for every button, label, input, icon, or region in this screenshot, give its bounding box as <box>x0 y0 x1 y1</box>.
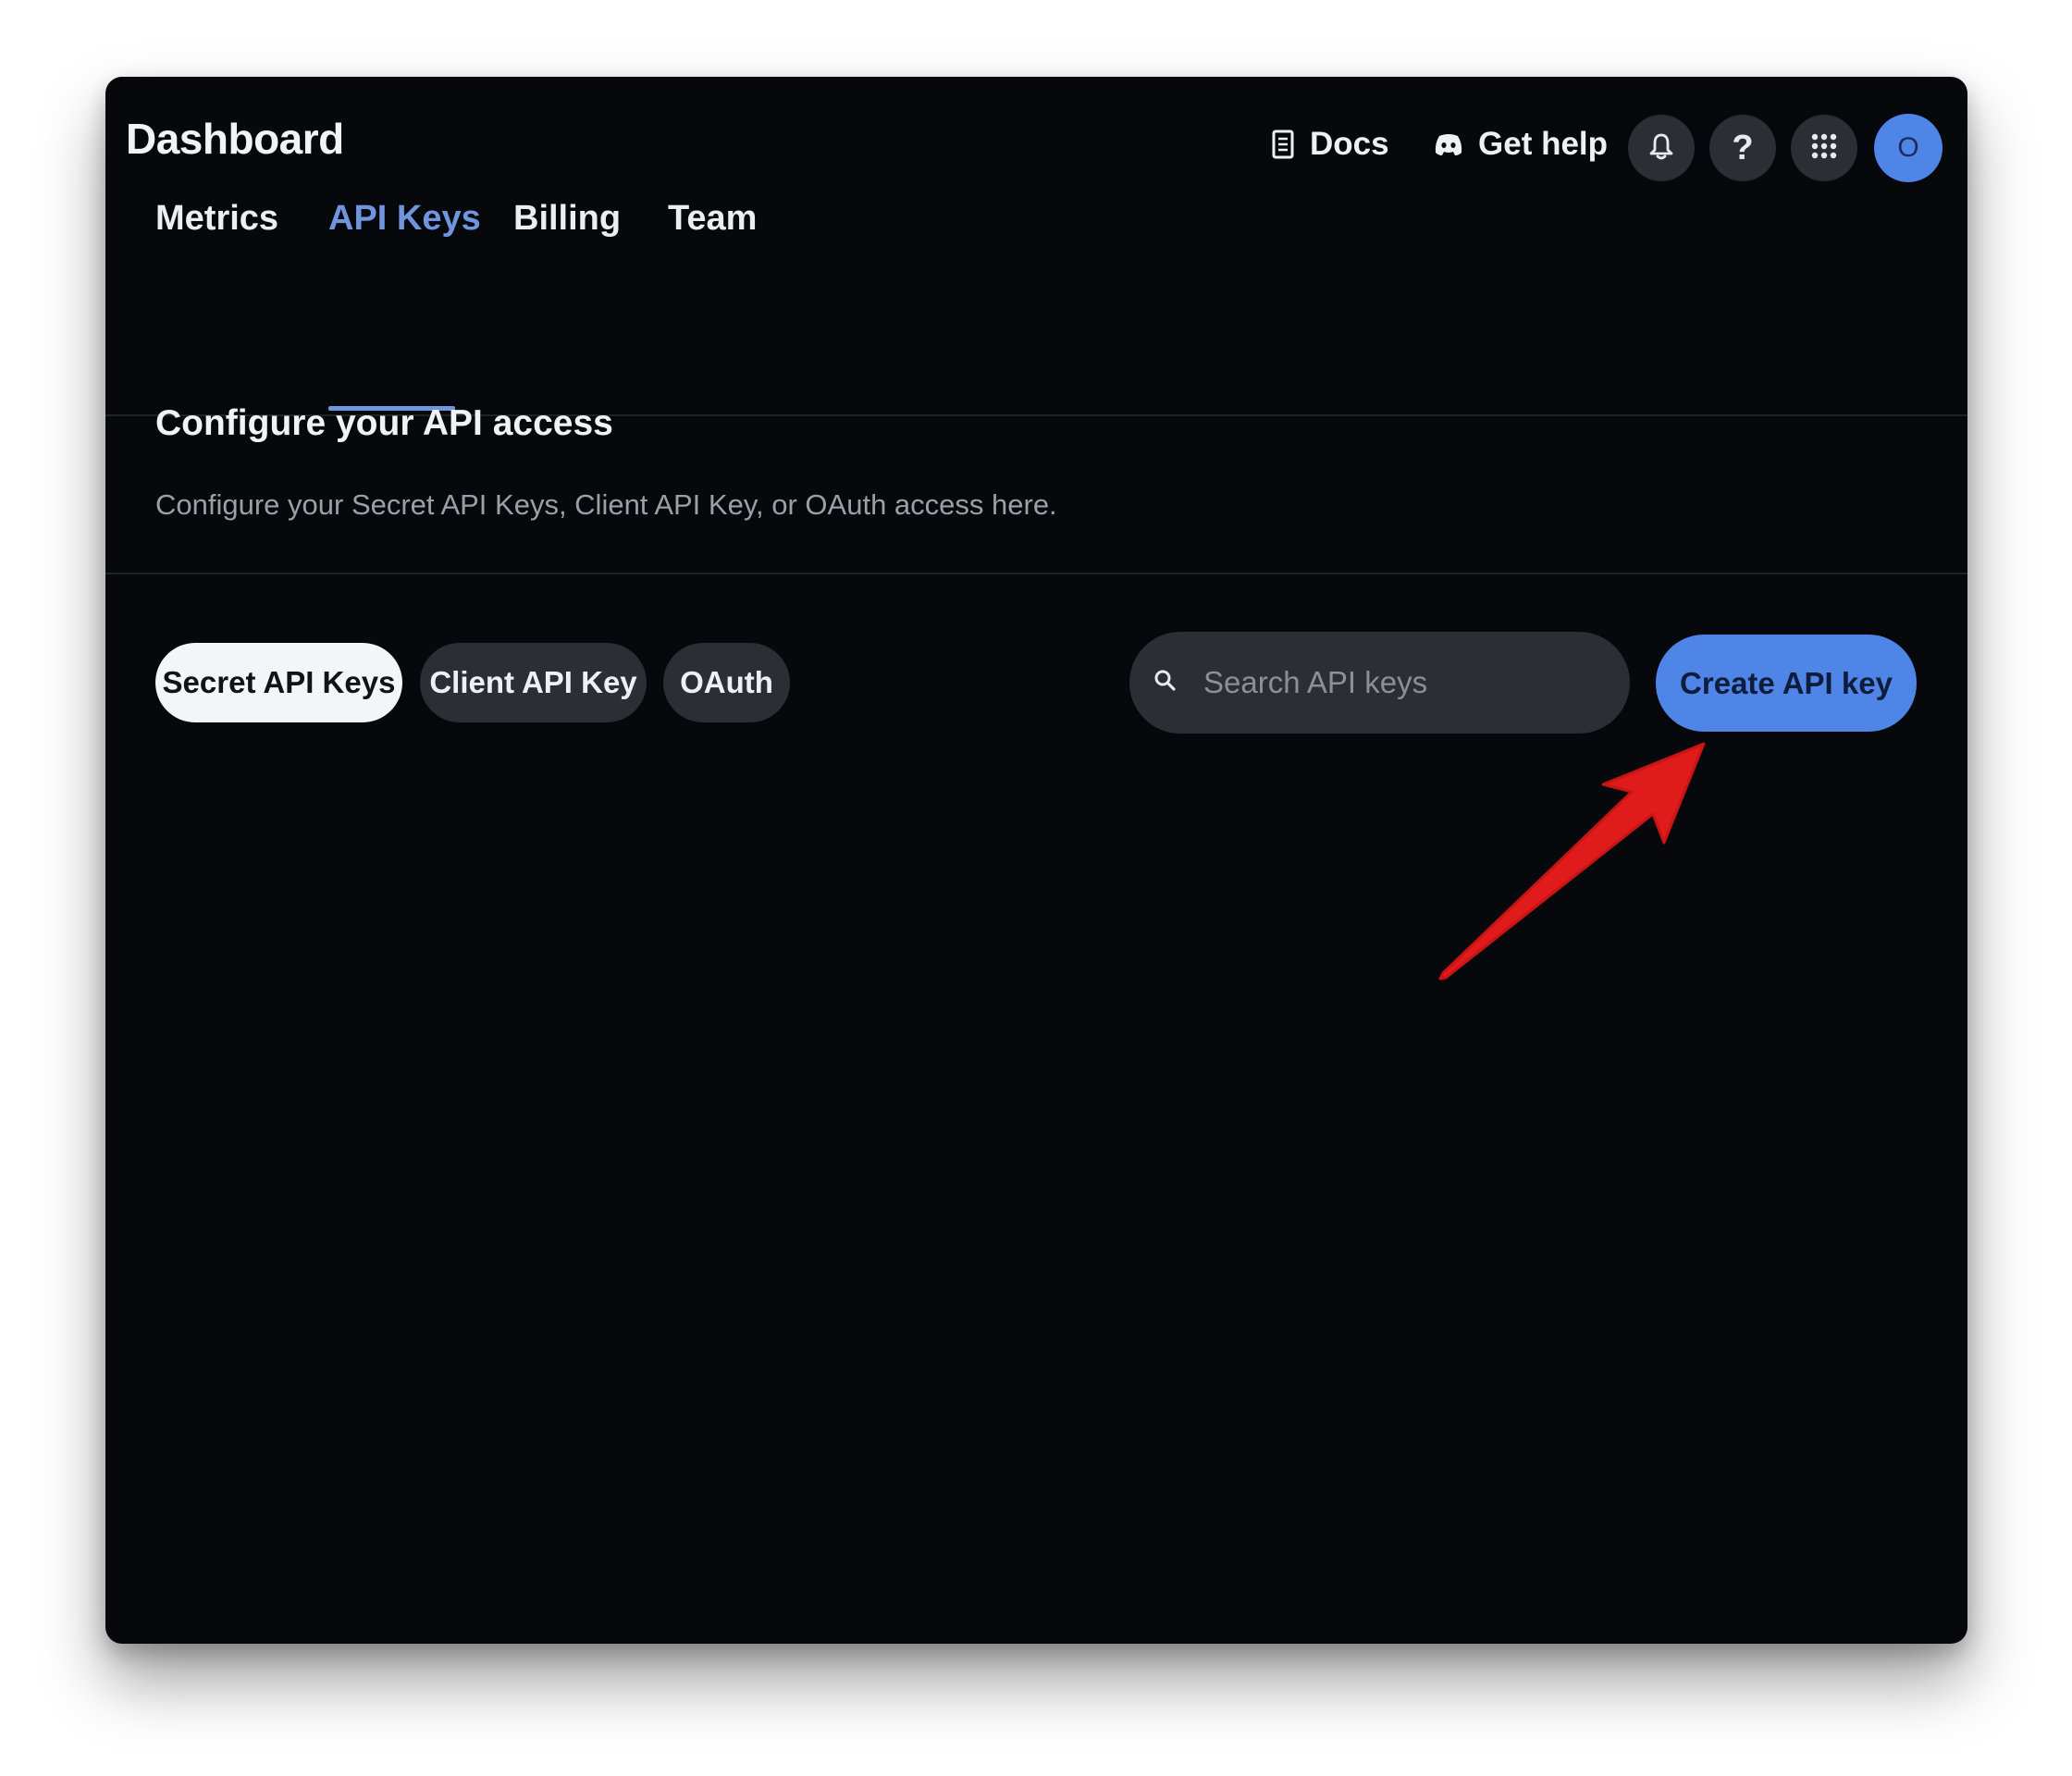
filter-secret-api-keys[interactable]: Secret API Keys <box>155 643 402 722</box>
tab-billing[interactable]: Billing <box>513 199 621 239</box>
tab-team[interactable]: Team <box>668 199 757 239</box>
create-api-key-button[interactable]: Create API key <box>1656 635 1917 732</box>
search-input[interactable] <box>1203 655 1630 710</box>
filter-oauth[interactable]: OAuth <box>663 643 790 722</box>
section-divider <box>105 573 1967 574</box>
grid-icon <box>1810 132 1838 165</box>
question-icon: ? <box>1732 128 1754 167</box>
bell-icon <box>1648 132 1674 165</box>
search-icon <box>1153 669 1178 697</box>
get-help-label: Get help <box>1478 126 1609 162</box>
apps-menu-button[interactable] <box>1791 115 1857 181</box>
notifications-button[interactable] <box>1628 115 1695 181</box>
document-icon <box>1271 130 1295 159</box>
docs-label: Docs <box>1310 126 1389 162</box>
tab-api-keys[interactable]: API Keys <box>328 199 481 239</box>
filter-client-api-key[interactable]: Client API Key <box>420 643 647 722</box>
section-title: Configure your API access <box>155 403 613 443</box>
discord-icon <box>1434 132 1463 156</box>
user-avatar[interactable]: O <box>1874 114 1942 182</box>
tab-metrics[interactable]: Metrics <box>155 199 278 239</box>
section-description: Configure your Secret API Keys, Client A… <box>155 488 1057 521</box>
docs-link[interactable]: Docs <box>1271 121 1389 167</box>
search-box[interactable] <box>1129 632 1630 734</box>
help-button[interactable]: ? <box>1709 115 1776 181</box>
dashboard-window: Dashboard Docs Get help ? O Metrics API … <box>105 77 1967 1644</box>
page-title: Dashboard <box>126 115 344 163</box>
get-help-link[interactable]: Get help <box>1434 121 1608 167</box>
top-bar: Dashboard Docs Get help ? O <box>105 77 1967 206</box>
